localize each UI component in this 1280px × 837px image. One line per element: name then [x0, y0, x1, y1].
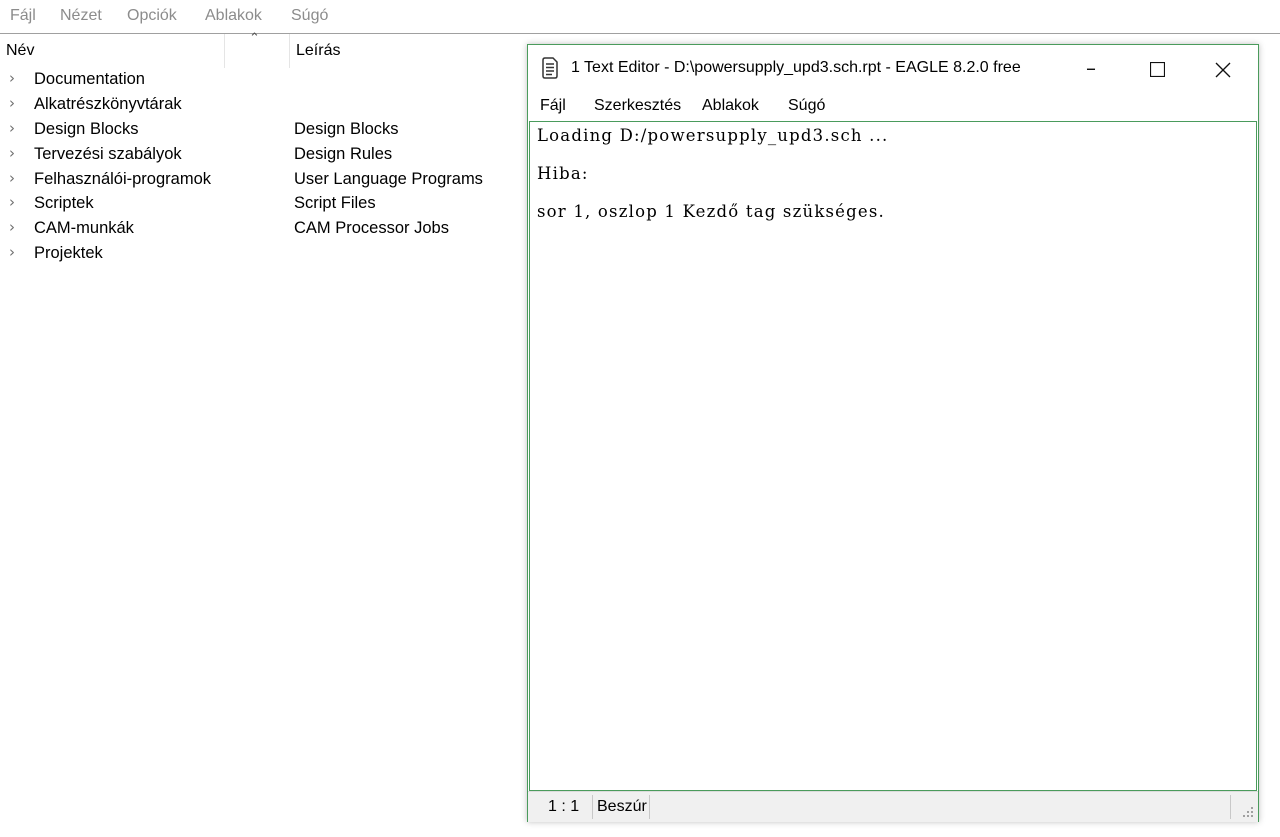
chevron-right-icon[interactable]: › [9, 119, 15, 137]
editor-text-area[interactable]: Loading D:/powersupply_upd3.sch ... Hiba… [529, 121, 1257, 791]
resize-grip-icon[interactable] [1242, 806, 1254, 818]
menu-windows[interactable]: Ablakok [205, 7, 262, 25]
column-separator[interactable] [224, 34, 225, 68]
tree-item-documentation[interactable]: › Documentation [0, 68, 527, 92]
editor-titlebar[interactable]: 1 Text Editor - D:\powersupply_upd3.sch.… [528, 45, 1258, 91]
menu-view[interactable]: Nézet [60, 7, 102, 25]
close-icon [1215, 62, 1231, 77]
status-separator [649, 795, 650, 819]
maximize-icon [1149, 61, 1165, 78]
tree-item-desc: Design Blocks [294, 120, 399, 138]
column-header-description[interactable]: Leírás [296, 42, 340, 60]
editor-menu-help[interactable]: Súgó [788, 97, 825, 115]
close-button[interactable] [1190, 45, 1256, 91]
menu-help[interactable]: Súgó [291, 7, 328, 25]
text-line: Hiba: [537, 164, 589, 183]
tree-item-design-rules[interactable]: › Tervezési szabályok Design Rules [0, 143, 527, 167]
chevron-right-icon[interactable]: › [9, 69, 15, 87]
chevron-right-icon[interactable]: › [9, 218, 15, 236]
chevron-right-icon[interactable]: › [9, 94, 15, 112]
editor-menubar: Fájl Szerkesztés Ablakok Súgó [528, 91, 1258, 121]
tree-item-name: Felhasználói-programok [34, 170, 211, 188]
tree-item-desc: Design Rules [294, 145, 393, 163]
tree-item-name: Alkatrészkönyvtárak [34, 95, 182, 113]
window-title: 1 Text Editor - D:\powersupply_upd3.sch.… [571, 59, 1021, 76]
tree-item-name: Tervezési szabályok [34, 145, 182, 163]
tree-item-name: Projektek [34, 244, 103, 262]
menu-options[interactable]: Opciók [127, 7, 177, 25]
tree-item-projects[interactable]: › Projektek [0, 242, 527, 266]
status-separator [1230, 795, 1231, 819]
insert-mode-indicator: Beszúr [597, 798, 647, 815]
tree-item-desc: CAM Processor Jobs [294, 219, 449, 237]
main-menubar: Fájl Nézet Opciók Ablakok Súgó [0, 0, 1280, 34]
column-separator[interactable] [289, 34, 290, 68]
tree-item-scripts[interactable]: › Scriptek Script Files [0, 192, 527, 216]
tree-item-name: Documentation [34, 70, 145, 88]
tree-item-design-blocks[interactable]: › Design Blocks Design Blocks [0, 118, 527, 142]
text-line: Loading D:/powersupply_upd3.sch ... [537, 126, 889, 145]
chevron-right-icon[interactable]: › [9, 243, 15, 261]
cursor-position: 1 : 1 [548, 798, 580, 815]
column-header-name[interactable]: Név [6, 42, 34, 60]
status-bar: 1 : 1 Beszúr [528, 791, 1258, 822]
text-line: sor 1, oszlop 1 Kezdő tag szükséges. [537, 202, 885, 221]
tree-header: Név ⌃ Leírás [0, 30, 527, 68]
tree-item-libraries[interactable]: › Alkatrészkönyvtárak [0, 93, 527, 117]
minimize-button[interactable]: – [1058, 45, 1124, 91]
editor-menu-edit[interactable]: Szerkesztés [594, 97, 681, 115]
tree-item-desc: User Language Programs [294, 170, 483, 188]
maximize-button[interactable] [1124, 45, 1190, 91]
text-editor-window[interactable]: 1 Text Editor - D:\powersupply_upd3.sch.… [527, 44, 1259, 822]
tree-item-desc: Script Files [294, 194, 376, 212]
tree-item-name: Design Blocks [34, 120, 139, 138]
tree-item-name: CAM-munkák [34, 219, 134, 237]
document-icon [542, 57, 558, 79]
sort-ascending-icon: ⌃ [249, 30, 260, 45]
editor-menu-file[interactable]: Fájl [540, 97, 566, 115]
tree-item-cam-jobs[interactable]: › CAM-munkák CAM Processor Jobs [0, 217, 527, 241]
menu-file[interactable]: Fájl [10, 7, 36, 25]
chevron-right-icon[interactable]: › [9, 144, 15, 162]
status-separator [592, 795, 593, 819]
tree-item-name: Scriptek [34, 194, 94, 212]
editor-menu-windows[interactable]: Ablakok [702, 97, 759, 115]
tree-item-user-programs[interactable]: › Felhasználói-programok User Language P… [0, 168, 527, 192]
chevron-right-icon[interactable]: › [9, 169, 15, 187]
minimize-icon: – [1086, 56, 1096, 80]
chevron-right-icon[interactable]: › [9, 193, 15, 211]
